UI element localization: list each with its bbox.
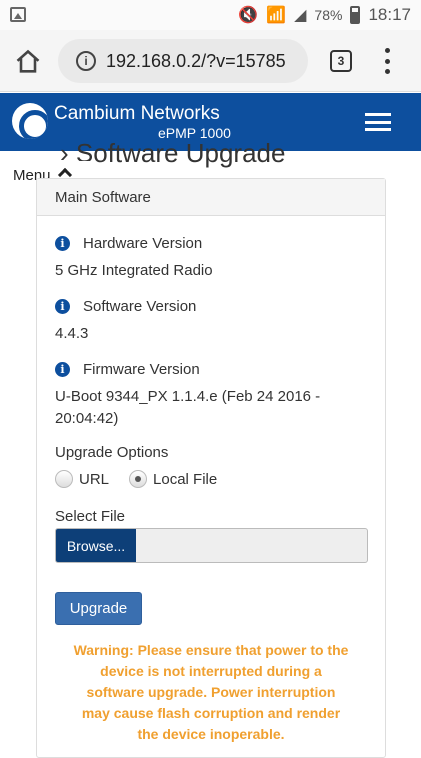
upgrade-options-radio-group: URL Local File — [55, 470, 217, 488]
software-version-value: 4.4.3 — [55, 325, 89, 342]
site-info-icon[interactable]: i — [76, 51, 96, 71]
page-title-text: Software Upgrade — [75, 138, 286, 168]
hardware-version-label-text: Hardware Version — [83, 235, 203, 252]
battery-percent: 78% — [314, 7, 343, 23]
local-file-radio-label: Local File — [153, 470, 218, 488]
clock: 18:17 — [368, 5, 411, 24]
wifi-icon: 📶 — [266, 7, 287, 24]
main-software-panel: Main Software i Hardware Version 5 GHz I… — [36, 178, 386, 758]
upgrade-button[interactable]: Upgrade — [55, 592, 142, 625]
warning-message: Warning: Please ensure that power to the… — [73, 642, 349, 742]
address-bar[interactable]: i 192.168.0.2/?v=15785 — [58, 39, 308, 83]
brand-name: Cambium Networks — [54, 103, 220, 124]
hardware-version-value: 5 GHz Integrated Radio — [55, 262, 213, 279]
info-icon[interactable]: i — [55, 236, 70, 251]
firmware-version-label-text: Firmware Version — [83, 361, 200, 378]
panel-title: Main Software — [37, 179, 385, 216]
url-text: 192.168.0.2/?v=15785 — [106, 51, 286, 71]
battery-icon — [350, 6, 361, 24]
upgrade-options-label: Upgrade Options — [55, 444, 169, 461]
firmware-version-label: i Firmware Version — [55, 361, 200, 378]
url-radio[interactable] — [55, 470, 73, 488]
status-bar: 🔇 📶 ◢ 78% 18:17 — [0, 0, 421, 30]
hardware-version-label: i Hardware Version — [55, 235, 202, 252]
url-radio-label: URL — [79, 470, 110, 488]
status-icons: 🔇 📶 ◢ 78% 18:17 — [238, 5, 411, 25]
home-icon[interactable] — [14, 48, 42, 76]
more-options-icon[interactable] — [382, 48, 392, 74]
tab-switcher-button[interactable]: 3 — [330, 50, 352, 72]
file-input[interactable]: Browse... — [55, 528, 368, 563]
browser-toolbar: i 192.168.0.2/?v=15785 3 — [0, 30, 421, 92]
page-title: › Software Upgrade — [60, 138, 286, 168]
local-file-radio[interactable] — [129, 470, 148, 488]
hamburger-menu-icon[interactable] — [365, 113, 391, 131]
cambium-logo-icon — [12, 103, 48, 139]
signal-icon: ◢ — [294, 7, 307, 24]
gallery-icon — [10, 7, 26, 22]
info-icon[interactable]: i — [55, 299, 70, 314]
firmware-version-value: U-Boot 9344_PX 1.1.4.e (Feb 24 2016 - 20… — [55, 388, 321, 427]
browse-button[interactable]: Browse... — [56, 529, 136, 562]
software-version-label-text: Software Version — [83, 298, 197, 315]
info-icon[interactable]: i — [55, 362, 70, 377]
select-file-label: Select File — [55, 508, 126, 525]
mute-icon: 🔇 — [238, 7, 259, 24]
software-version-label: i Software Version — [55, 298, 196, 315]
